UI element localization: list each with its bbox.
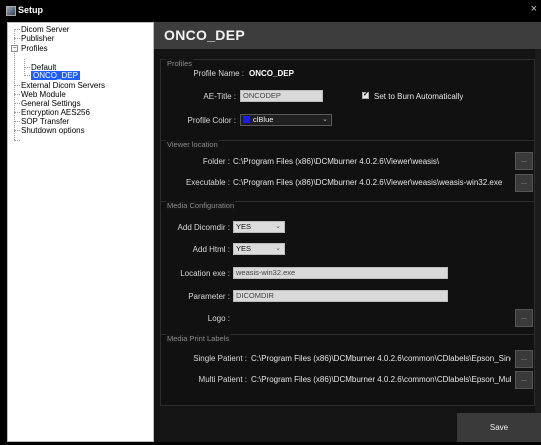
scrollbar[interactable] bbox=[535, 49, 541, 413]
tree-line bbox=[24, 67, 30, 68]
media-configuration-group: Media Configuration Add Dicomdir : YES ⌄… bbox=[160, 201, 535, 347]
window-title: Setup bbox=[18, 5, 44, 15]
add-dicomdir-select[interactable]: YES ⌄ bbox=[233, 221, 285, 233]
ae-title-label: AE-Title : bbox=[203, 92, 236, 101]
collapse-icon[interactable]: − bbox=[11, 45, 18, 52]
add-html-value: YES bbox=[236, 244, 252, 253]
settings-tree: Dicom Server Publisher − Profiles Defaul… bbox=[7, 22, 154, 442]
sidebar-item-dicom-server[interactable]: Dicom Server bbox=[21, 25, 69, 34]
add-dicomdir-label: Add Dicomdir : bbox=[177, 223, 230, 232]
profile-settings-panel: ONCO_DEP Profiles Profile Name : ONCO_DE… bbox=[154, 22, 541, 442]
sidebar-item-external-dicom-servers[interactable]: External Dicom Servers bbox=[21, 81, 105, 90]
profile-name-label: Profile Name : bbox=[193, 69, 244, 78]
save-button[interactable]: Save bbox=[457, 413, 541, 442]
app-icon bbox=[6, 6, 16, 16]
browse-logo-button[interactable]: ... bbox=[515, 309, 533, 327]
media-print-labels-group: Media Print Labels Single Patient : C:\P… bbox=[160, 334, 535, 406]
tree-line bbox=[14, 112, 20, 113]
browse-single-patient-button[interactable]: ... bbox=[515, 350, 533, 368]
logo-label: Logo : bbox=[207, 314, 230, 323]
chevron-down-icon: ⌄ bbox=[322, 116, 328, 123]
profile-color-value: clBlue bbox=[253, 115, 274, 124]
folder-value: C:\Program Files (x86)\DCMburner 4.0.2.6… bbox=[233, 157, 440, 166]
add-html-select[interactable]: YES ⌄ bbox=[233, 243, 285, 255]
group-title: Viewer location bbox=[166, 140, 219, 149]
location-exe-label: Location exe : bbox=[180, 269, 230, 278]
add-dicomdir-value: YES bbox=[236, 222, 252, 231]
tree-line bbox=[14, 94, 20, 95]
color-swatch bbox=[243, 116, 250, 123]
close-icon[interactable]: × bbox=[531, 3, 537, 15]
sidebar-item-profiles[interactable]: Profiles bbox=[21, 44, 48, 53]
burn-automatically-checkbox[interactable] bbox=[362, 90, 369, 99]
profile-name-value: ONCO_DEP bbox=[249, 69, 294, 78]
sidebar-item-general-settings[interactable]: General Settings bbox=[21, 99, 81, 108]
sidebar-item-encryption-aes256[interactable]: Encryption AES256 bbox=[21, 108, 90, 117]
tree-line bbox=[14, 38, 20, 39]
single-patient-value: C:\Program Files (x86)\DCMburner 4.0.2.6… bbox=[251, 354, 511, 363]
tree-line bbox=[14, 121, 20, 122]
burn-automatically-label: Set to Burn Automatically bbox=[374, 92, 464, 101]
browse-folder-button[interactable]: ... bbox=[515, 152, 533, 170]
profile-color-label: Profile Color : bbox=[187, 116, 236, 125]
tree-line bbox=[14, 130, 20, 131]
tree-line bbox=[14, 29, 20, 30]
single-patient-label: Single Patient : bbox=[193, 354, 247, 363]
browse-executable-button[interactable]: ... bbox=[515, 174, 533, 192]
tree-line bbox=[24, 75, 30, 76]
add-html-label: Add Html : bbox=[192, 245, 230, 254]
sidebar-item-profile-onco-dep[interactable]: ONCO_DEP bbox=[31, 71, 80, 80]
ae-title-input[interactable]: ONCODEP bbox=[240, 90, 323, 102]
group-title: Media Configuration bbox=[166, 201, 236, 210]
executable-value: C:\Program Files (x86)\DCMburner 4.0.2.6… bbox=[233, 178, 503, 187]
executable-label: Executable : bbox=[185, 178, 230, 187]
sidebar-item-publisher[interactable]: Publisher bbox=[21, 34, 54, 43]
sidebar-item-sop-transfer[interactable]: SOP Transfer bbox=[21, 117, 69, 126]
chevron-down-icon: ⌄ bbox=[275, 223, 281, 230]
parameter-label: Parameter : bbox=[188, 292, 230, 301]
tree-line bbox=[14, 140, 20, 141]
sidebar-item-shutdown-options[interactable]: Shutdown options bbox=[21, 126, 85, 135]
location-exe-input[interactable]: weasis-win32.exe bbox=[233, 267, 448, 279]
page-header: ONCO_DEP bbox=[154, 22, 541, 49]
profile-color-select[interactable]: clBlue ⌄ bbox=[240, 114, 332, 126]
title-bar: Setup × bbox=[0, 0, 541, 22]
group-title: Profiles bbox=[166, 59, 194, 68]
browse-multi-patient-button[interactable]: ... bbox=[515, 371, 533, 389]
parameter-input[interactable]: DICOMDIR bbox=[233, 290, 448, 302]
sidebar-item-web-module[interactable]: Web Module bbox=[21, 90, 66, 99]
multi-patient-value: C:\Program Files (x86)\DCMburner 4.0.2.6… bbox=[251, 375, 511, 384]
tree-line bbox=[14, 85, 20, 86]
tree-line bbox=[14, 103, 20, 104]
multi-patient-label: Multi Patient : bbox=[198, 375, 247, 384]
group-title: Media Print Labels bbox=[166, 334, 231, 343]
chevron-down-icon: ⌄ bbox=[275, 245, 281, 252]
page-title: ONCO_DEP bbox=[164, 27, 245, 43]
folder-label: Folder : bbox=[202, 157, 230, 166]
